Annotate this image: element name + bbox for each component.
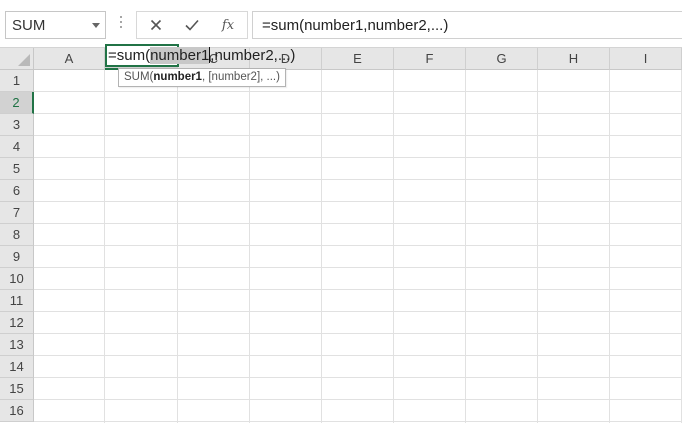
select-all-triangle-icon — [18, 54, 30, 66]
insert-function-button[interactable]: fx — [212, 12, 244, 38]
select-all-button[interactable] — [0, 48, 34, 70]
row-gridline — [34, 135, 682, 136]
column-header-a[interactable]: A — [34, 48, 105, 70]
row-gridline — [34, 179, 682, 180]
function-tooltip[interactable]: SUM(number1, [number2], ...) — [118, 68, 286, 87]
row-header-2[interactable]: 2 — [0, 92, 34, 114]
column-gridline — [321, 70, 322, 423]
row-header-8[interactable]: 8 — [0, 224, 34, 246]
row-gridline — [34, 355, 682, 356]
row-gridline — [34, 113, 682, 114]
formula-bar: SUM fx =sum(number1,number2,...) — [0, 0, 682, 48]
row-header-13[interactable]: 13 — [0, 334, 34, 356]
row-gridline — [34, 421, 682, 422]
formula-text[interactable]: =sum(number1,number2,...) — [262, 17, 448, 34]
editor-prefix: =sum( — [108, 47, 151, 64]
name-box[interactable]: SUM — [5, 11, 106, 39]
row-gridline — [34, 157, 682, 158]
column-gridline — [177, 70, 178, 423]
row-gridline — [34, 311, 682, 312]
row-header-11[interactable]: 11 — [0, 290, 34, 312]
editor-suffix: ,number2,...) — [210, 47, 296, 64]
row-header-14[interactable]: 14 — [0, 356, 34, 378]
name-box-value[interactable]: SUM — [12, 17, 45, 34]
enter-button[interactable] — [176, 12, 208, 38]
formula-buttons: fx — [136, 11, 248, 39]
cancel-button[interactable] — [140, 12, 172, 38]
column-gridline — [609, 70, 610, 423]
row-header-10[interactable]: 10 — [0, 268, 34, 290]
fx-icon: fx — [221, 17, 235, 33]
row-header-12[interactable]: 12 — [0, 312, 34, 334]
tooltip-func: SUM( — [124, 71, 154, 83]
row-gridline — [34, 267, 682, 268]
row-header-7[interactable]: 7 — [0, 202, 34, 224]
row-header-9[interactable]: 9 — [0, 246, 34, 268]
column-gridline — [393, 70, 394, 423]
row-header-1[interactable]: 1 — [0, 70, 34, 92]
editor-highlighted-arg: number1 — [150, 47, 210, 64]
chevron-down-icon[interactable] — [92, 23, 100, 28]
row-header-6[interactable]: 6 — [0, 180, 34, 202]
column-header-i[interactable]: I — [610, 48, 682, 70]
tooltip-rest[interactable]: , [number2], ...) — [202, 71, 280, 83]
column-header-h[interactable]: H — [538, 48, 610, 70]
column-header-e[interactable]: E — [322, 48, 394, 70]
checkmark-icon — [185, 19, 199, 31]
formula-input[interactable]: =sum(number1,number2,...) — [252, 11, 682, 39]
more-options-icon[interactable] — [120, 16, 123, 32]
row-gridline — [34, 333, 682, 334]
row-header-5[interactable]: 5 — [0, 158, 34, 180]
tooltip-current-arg[interactable]: number1 — [153, 71, 202, 83]
column-gridline — [249, 70, 250, 423]
row-gridline — [34, 377, 682, 378]
row-header-4[interactable]: 4 — [0, 136, 34, 158]
row-header-16[interactable]: 16 — [0, 400, 34, 422]
row-gridline — [34, 91, 682, 92]
close-icon — [150, 19, 162, 31]
row-header-15[interactable]: 15 — [0, 378, 34, 400]
row-gridline — [34, 245, 682, 246]
column-header-g[interactable]: G — [466, 48, 538, 70]
column-gridline — [537, 70, 538, 423]
column-gridline — [104, 70, 105, 423]
column-header-f[interactable]: F — [394, 48, 466, 70]
row-gridline — [34, 399, 682, 400]
column-gridline — [465, 70, 466, 423]
worksheet-grid[interactable]: ABCDEFGHI12345678910111213141516 — [0, 48, 682, 423]
cell-editor[interactable]: =sum(number1,number2,...) — [107, 46, 295, 66]
row-header-3[interactable]: 3 — [0, 114, 34, 136]
row-gridline — [34, 201, 682, 202]
row-gridline — [34, 289, 682, 290]
row-gridline — [34, 223, 682, 224]
